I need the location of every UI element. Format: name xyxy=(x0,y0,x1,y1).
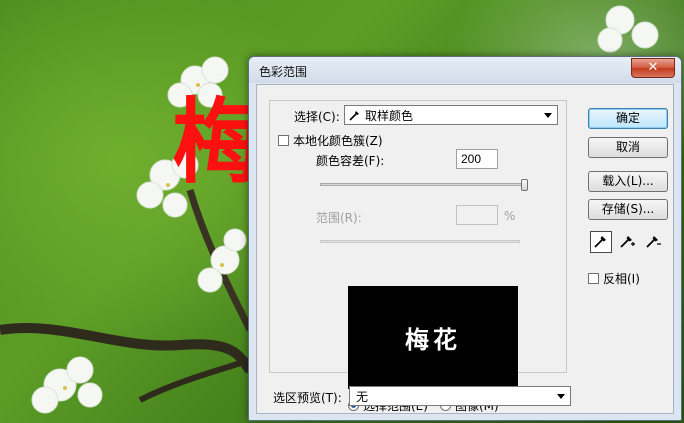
add-to-sample-button[interactable] xyxy=(617,231,639,253)
dialog-client-area: 选择(C): 取样颜色 本地化颜色簇(Z) 颜色容差(F): 范围(R): % xyxy=(256,84,674,414)
save-button[interactable]: 存储(S)... xyxy=(588,199,668,220)
invert-label: 反相(I) xyxy=(603,272,640,286)
range-label: 范围(R): xyxy=(316,211,362,225)
eyedropper-icon xyxy=(594,234,608,251)
range-unit: % xyxy=(504,209,516,223)
chevron-down-icon xyxy=(557,394,565,399)
load-button[interactable]: 载入(L)... xyxy=(588,171,668,192)
selection-preview-image: 梅花 xyxy=(348,286,518,389)
selection-preview-dropdown[interactable]: 无 xyxy=(349,386,571,406)
cancel-button[interactable]: 取消 xyxy=(588,137,668,158)
ok-button[interactable]: 确定 xyxy=(588,108,668,129)
fuzziness-input[interactable] xyxy=(456,149,498,169)
selection-preview-label: 选区预览(T): xyxy=(273,391,342,405)
range-slider-track[interactable] xyxy=(320,240,520,243)
localized-clusters-checkbox[interactable] xyxy=(278,135,289,146)
select-label: 选择(C): xyxy=(294,110,340,124)
eyedropper-plus-icon xyxy=(620,234,636,251)
fuzziness-slider-track[interactable] xyxy=(320,183,528,186)
eyedropper-icon xyxy=(349,109,361,121)
color-range-dialog: 色彩范围 ✕ 选择(C): 取样颜色 本地化颜色簇(Z) 颜色容差(F): 20… xyxy=(248,56,682,421)
select-dropdown[interactable]: 取样颜色 xyxy=(344,105,558,125)
range-input[interactable] xyxy=(456,205,498,225)
dialog-titlebar[interactable]: 色彩范围 ✕ xyxy=(249,57,681,83)
dialog-title: 色彩范围 xyxy=(259,65,308,79)
subtract-from-sample-button[interactable] xyxy=(643,231,665,253)
invert-checkbox[interactable] xyxy=(588,273,599,284)
eyedropper-tool-button[interactable] xyxy=(590,231,612,253)
fuzziness-slider-thumb[interactable] xyxy=(521,179,528,191)
close-button[interactable]: ✕ xyxy=(631,58,675,78)
selection-groupbox: 选择(C): 取样颜色 本地化颜色簇(Z) 颜色容差(F): 范围(R): % xyxy=(269,100,567,413)
fuzziness-label: 颜色容差(F): xyxy=(316,154,385,168)
eyedropper-minus-icon xyxy=(646,234,662,251)
selection-preview-value: 无 xyxy=(356,389,369,404)
localized-clusters-label: 本地化颜色簇(Z) xyxy=(293,134,383,148)
select-dropdown-value: 取样颜色 xyxy=(365,108,414,123)
chevron-down-icon xyxy=(544,113,552,118)
